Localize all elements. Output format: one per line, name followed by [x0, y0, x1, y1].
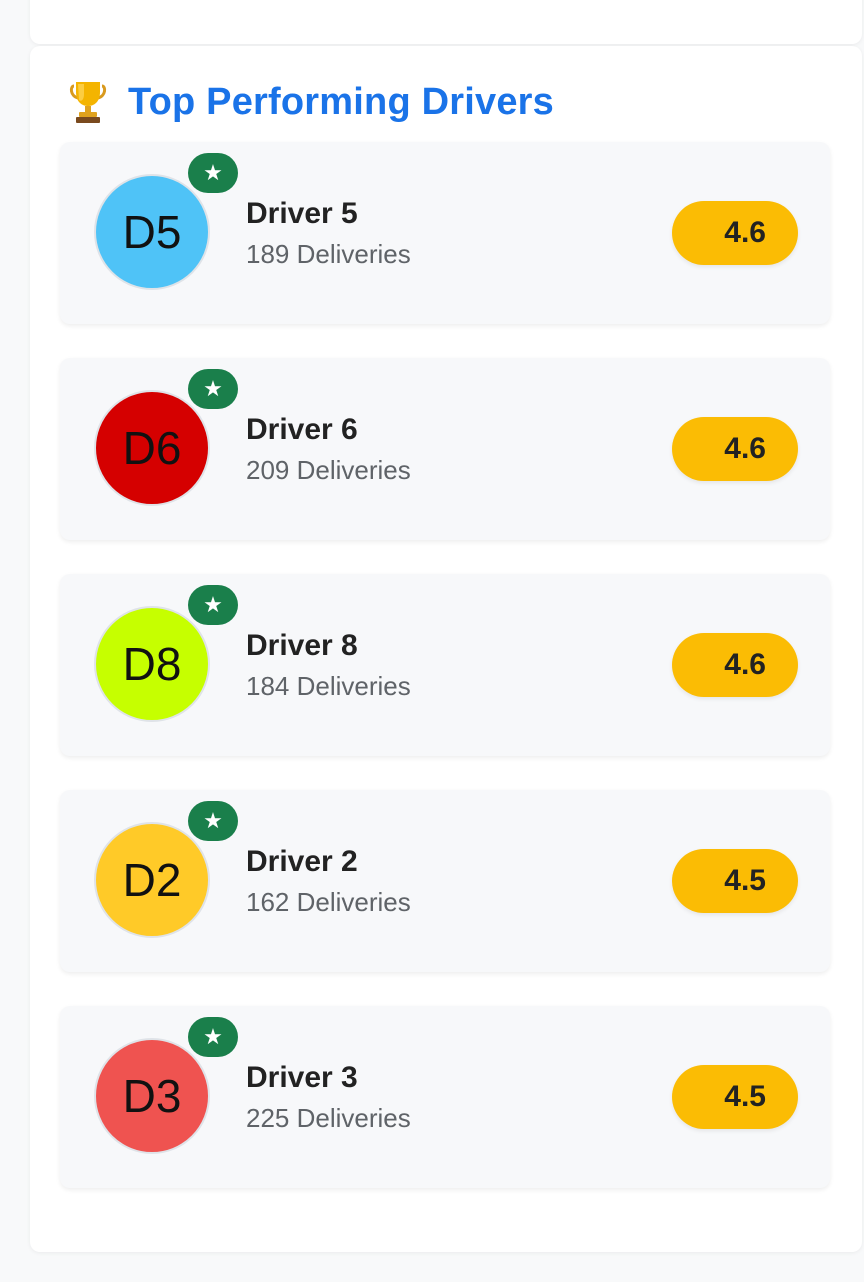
star-icon: ★: [188, 1017, 238, 1057]
driver-name: Driver 5: [246, 197, 358, 230]
driver-deliveries: 184 Deliveries: [246, 671, 411, 701]
driver-row[interactable]: D2 ★ Driver 2 162 Deliveries 4.5: [60, 790, 830, 972]
section-title: Top Performing Drivers: [128, 80, 554, 123]
trophy-icon: [68, 80, 108, 124]
driver-row[interactable]: D8 ★ Driver 8 184 Deliveries 4.6: [60, 574, 830, 756]
driver-avatar: D6: [94, 390, 210, 506]
rating-badge: 4.6: [672, 417, 798, 481]
top-drivers-card: Top Performing Drivers D5 ★ Driver 5 189 De…: [30, 46, 862, 1252]
driver-info: Driver 8 184 Deliveries: [246, 628, 411, 702]
driver-info: Driver 5 189 Deliveries: [246, 196, 411, 270]
driver-info: Driver 6 209 Deliveries: [246, 412, 411, 486]
driver-name: Driver 8: [246, 629, 358, 662]
driver-info: Driver 2 162 Deliveries: [246, 844, 411, 918]
driver-info: Driver 3 225 Deliveries: [246, 1060, 411, 1134]
star-icon: ★: [188, 585, 238, 625]
rating-badge: 4.5: [672, 1065, 798, 1129]
driver-row[interactable]: D5 ★ Driver 5 189 Deliveries 4.6: [60, 142, 830, 324]
previous-card: [30, 0, 862, 44]
driver-deliveries: 225 Deliveries: [246, 1103, 411, 1133]
rating-badge: 4.5: [672, 849, 798, 913]
section-header: Top Performing Drivers: [68, 80, 554, 124]
driver-list: D5 ★ Driver 5 189 Deliveries 4.6 D6 ★ Driver 62…: [60, 142, 830, 1222]
driver-avatar: D3: [94, 1038, 210, 1154]
rating-badge: 4.6: [672, 633, 798, 697]
star-icon: ★: [188, 369, 238, 409]
driver-name: Driver 6: [246, 413, 358, 446]
rating-badge: 4.6: [672, 201, 798, 265]
driver-deliveries: 209 Deliveries: [246, 455, 411, 485]
driver-row[interactable]: D6 ★ Driver 6 209 Deliveries 4.6: [60, 358, 830, 540]
star-icon: ★: [188, 153, 238, 193]
driver-avatar: D8: [94, 606, 210, 722]
driver-row[interactable]: D3 ★ Driver 3 225 Deliveries 4.5: [60, 1006, 830, 1188]
driver-name: Driver 2: [246, 845, 358, 878]
driver-name: Driver 3: [246, 1061, 358, 1094]
driver-avatar: D2: [94, 822, 210, 938]
driver-deliveries: 162 Deliveries: [246, 887, 411, 917]
driver-avatar: D5: [94, 174, 210, 290]
driver-deliveries: 189 Deliveries: [246, 239, 411, 269]
star-icon: ★: [188, 801, 238, 841]
